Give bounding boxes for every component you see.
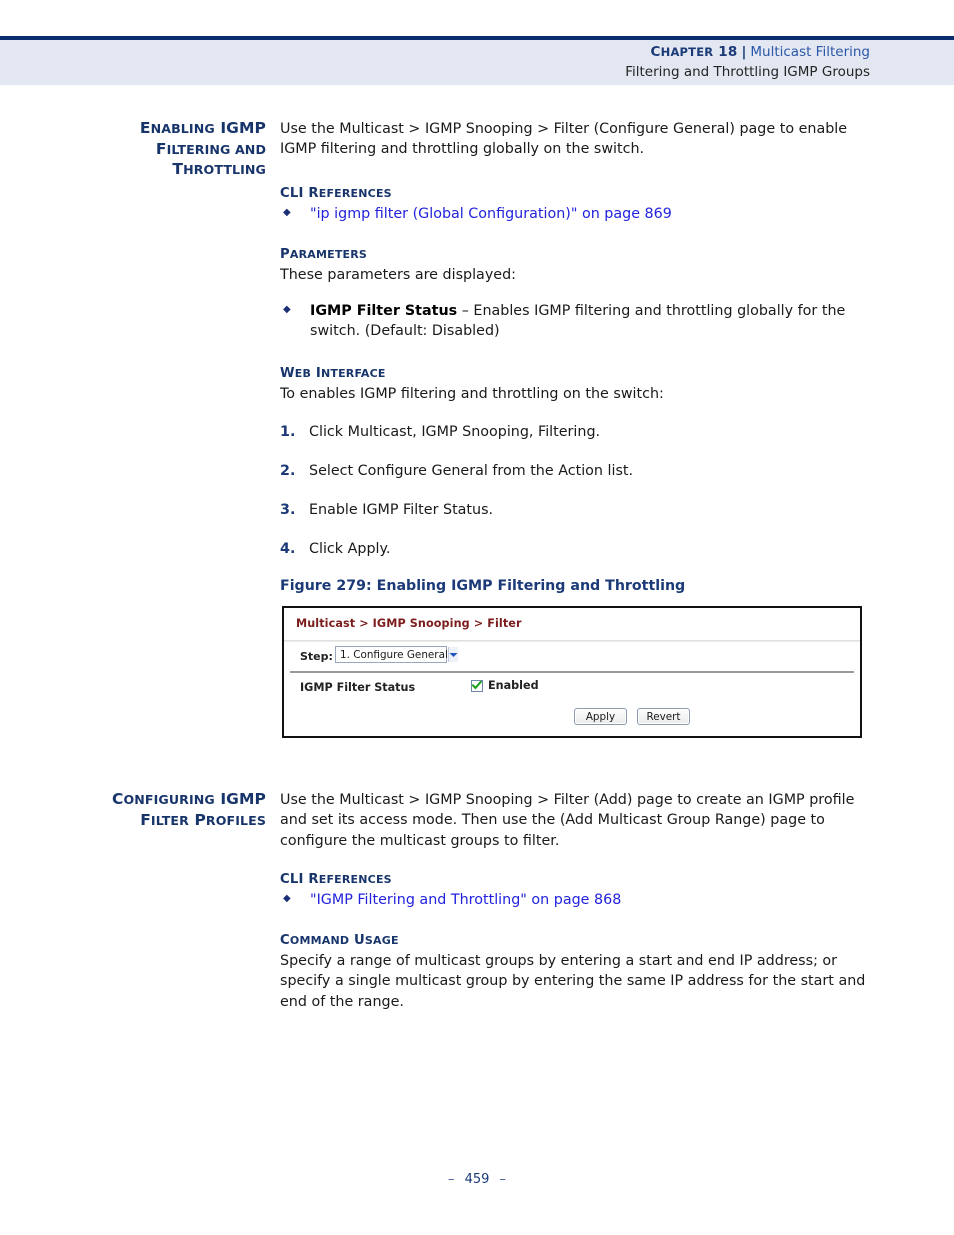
step-number: 3. [280,502,296,518]
screenshot-enabled-checkbox-group[interactable]: Enabled [471,679,539,692]
section-1-side-heading: ENABLING IGMP FILTERING AND THROTTLING [72,118,266,180]
section-2-intro-text: Use the Multicast > IGMP Snooping > Filt… [280,792,855,849]
cli-reference-link[interactable]: "IGMP Filtering and Throttling" on page … [310,892,621,908]
section-2-intro-paragraph: Use the Multicast > IGMP Snooping > Filt… [280,790,872,851]
side-heading-line-1: CONFIGURING IGMP [111,790,266,808]
running-head: CHAPTER 18 | Multicast Filtering Filtering… [625,43,870,82]
side-heading-line-3: THROTTLING [172,160,266,179]
page-number: 459 [464,1172,490,1187]
header-separator: | [741,44,747,60]
figure-caption-label: Figure 279: [280,578,372,594]
chevron-down-icon[interactable] [447,647,458,662]
step-number: 2. [280,463,296,479]
step-item-1: 1. Click Multicast, IGMP Snooping, Filte… [280,422,872,442]
step-text: Click Multicast, IGMP Snooping, Filterin… [309,424,601,440]
section-1-parameter-item: ◆ IGMP Filter Status – Enables IGMP filt… [280,301,872,342]
section-1-intro-paragraph: Use the Multicast > IGMP Snooping > Filt… [280,119,872,160]
step-text: Click Apply. [309,541,391,557]
section-1-parameters-intro: These parameters are displayed: [280,267,516,283]
revert-button[interactable]: Revert [637,708,690,725]
step-number: 4. [280,541,296,557]
screenshot-divider-mid [290,671,854,673]
screenshot-button-row: Apply Revert [574,708,690,725]
screenshot-step-dropdown-value: 1. Configure General [340,648,448,661]
figure-caption: Figure 279: Enabling IGMP Filtering and T… [280,578,872,594]
side-heading-line-2: FILTER PROFILES [140,810,266,829]
apply-button[interactable]: Apply [574,708,627,725]
diamond-bullet-icon: ◆ [283,304,291,315]
screenshot-step-label: Step: [300,650,333,663]
section-1-cli-reference-item[interactable]: ◆ "ip igmp filter (Global Configuration)… [280,204,872,224]
running-head-line-2: Filtering and Throttling IGMP Groups [625,64,870,81]
figure-screenshot-panel: Multicast > IGMP Snooping > Filter Step:… [282,606,862,738]
diamond-bullet-icon: ◆ [283,893,291,904]
step-number: 1. [280,424,296,440]
section-2-cli-references-heading: CLI REFERENCES [280,872,392,887]
running-head-line-1: CHAPTER 18 | Multicast Filtering [625,43,870,62]
side-heading-line-1: ENABLING IGMP [139,119,266,137]
figure-caption-title: Enabling IGMP Filtering and Throttling [376,578,686,594]
section-1-cli-references-heading: CLI REFERENCES [280,186,392,201]
section-1-web-interface-intro: To enables IGMP filtering and throttling… [280,386,664,402]
diamond-bullet-icon: ◆ [283,207,291,218]
section-2-command-usage-text: Specify a range of multicast groups by e… [280,953,866,1010]
section-1-intro-text: Use the Multicast > IGMP Snooping > Filt… [280,121,848,158]
parameter-term: IGMP Filter Status [310,303,458,319]
step-text: Select Configure General from the Action… [309,463,634,479]
section-2-command-usage-heading: COMMAND USAGE [280,933,399,948]
section-2-cli-reference-item[interactable]: ◆ "IGMP Filtering and Throttling" on pag… [280,890,872,910]
step-text: Enable IGMP Filter Status. [309,502,494,518]
step-item-4: 4. Click Apply. [280,539,872,559]
page-footer: – 459 – [0,1172,954,1187]
checkbox-checked-icon[interactable] [471,679,483,692]
chapter-label: CHAPTER 18 [650,44,738,60]
cli-reference-link[interactable]: "ip igmp filter (Global Configuration)" … [310,206,672,222]
footer-dash-right: – [499,1172,507,1187]
section-2-side-heading: CONFIGURING IGMP FILTER PROFILES [72,789,266,830]
step-item-3: 3. Enable IGMP Filter Status. [280,500,872,520]
footer-dash-left: – [447,1172,455,1187]
chapter-title: Multicast Filtering [750,44,870,60]
section-1-parameters-heading: PARAMETERS [280,247,368,262]
section-1-web-interface-heading: WEB INTERFACE [280,366,386,381]
step-item-2: 2. Select Configure General from the Act… [280,461,872,481]
screenshot-checkbox-label: Enabled [488,679,539,692]
screenshot-step-dropdown[interactable]: 1. Configure General [335,646,458,663]
screenshot-field-label: IGMP Filter Status [300,681,416,694]
screenshot-divider-top [284,640,860,642]
side-heading-line-2: FILTERING AND [155,139,266,158]
screenshot-breadcrumb: Multicast > IGMP Snooping > Filter [296,617,522,630]
